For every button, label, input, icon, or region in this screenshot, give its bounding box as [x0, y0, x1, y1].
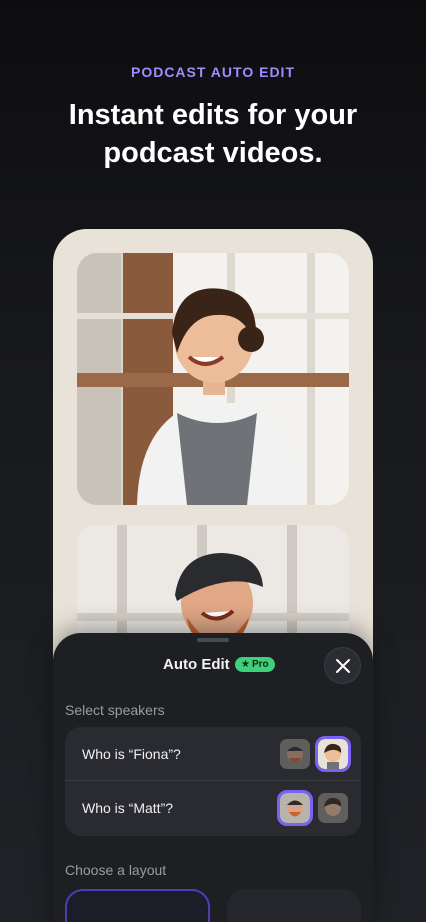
layout-option-2[interactable]: [227, 889, 361, 922]
close-button[interactable]: [324, 647, 361, 684]
pro-badge-label: Pro: [251, 659, 269, 670]
pro-badge: ★ Pro: [235, 657, 275, 672]
select-speakers-label: Select speakers: [65, 702, 165, 718]
close-icon: [335, 658, 350, 673]
auto-edit-sheet: Auto Edit ★ Pro Select speakers Who is “…: [53, 633, 373, 922]
layout-option-1[interactable]: [65, 889, 210, 922]
speaker-question: Who is “Fiona”?: [82, 745, 181, 762]
speakers-card: Who is “Fiona”? Who is “Matt”?: [65, 727, 361, 836]
speaker-option-fiona-avatar[interactable]: [318, 793, 348, 823]
headline-line-1: Instant edits for your: [68, 99, 358, 131]
eyebrow-label: PODCAST AUTO EDIT: [130, 64, 295, 80]
speaker-question: Who is “Matt”?: [82, 800, 174, 816]
speaker-row-fiona: Who is “Fiona”?: [65, 727, 361, 781]
headline: Instant edits for your podcast videos.: [0, 96, 426, 172]
speaker-option-matt-avatar[interactable]: [277, 790, 313, 826]
speaker-option-fiona-avatar[interactable]: [315, 735, 351, 772]
sheet-title: Auto Edit: [163, 656, 230, 673]
speaker-option-matt-avatar[interactable]: [280, 738, 310, 769]
star-icon: ★: [241, 659, 250, 670]
sheet-grabber[interactable]: [197, 638, 229, 642]
speaker-video-fiona: [77, 253, 349, 505]
headline-line-2: podcast videos.: [103, 137, 323, 169]
choose-layout-label: Choose a layout: [65, 862, 167, 878]
speaker-row-matt: Who is “Matt”?: [65, 781, 361, 835]
